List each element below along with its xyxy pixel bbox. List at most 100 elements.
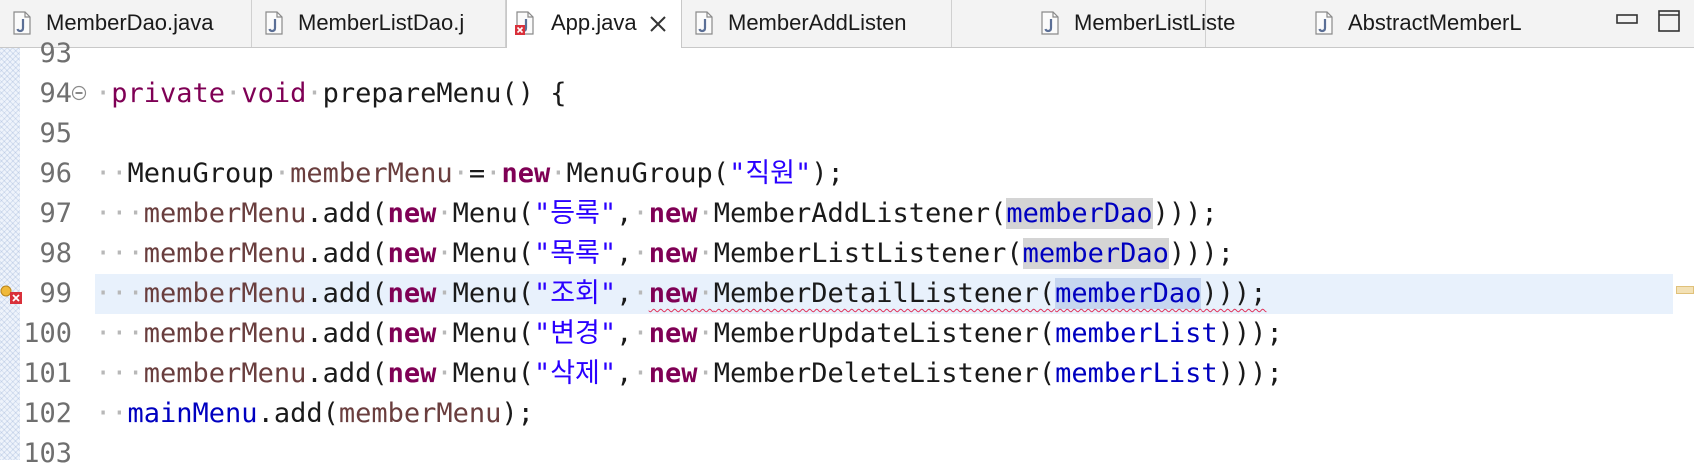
editor-tab-bar: MemberDao.java MemberListDao.j App.java …	[0, 0, 1694, 48]
editor-gutter	[0, 48, 20, 460]
code-punctuation: )));	[1168, 238, 1234, 269]
line-number: 97	[39, 198, 72, 229]
tab-label: MemberListDao.j	[298, 10, 465, 35]
code-punctuation: ,	[616, 278, 633, 309]
tab-label: App.java	[551, 10, 637, 35]
field-reference: mainMenu	[127, 398, 258, 429]
error-marker-icon[interactable]	[0, 282, 24, 306]
close-icon[interactable]	[647, 13, 669, 35]
java-file-icon	[13, 11, 31, 35]
line-number: 93	[39, 38, 72, 69]
code-punctuation: )));	[1217, 358, 1283, 389]
line-number: 96	[39, 158, 72, 189]
keyword: new	[387, 278, 437, 309]
tab-member-list-dao[interactable]: MemberListDao.j	[252, 0, 506, 47]
line-number: 99	[39, 278, 72, 309]
keyword: private	[111, 78, 226, 109]
line-number: 103	[23, 438, 72, 469]
method-call: .add(	[306, 198, 388, 229]
code-punctuation: ,	[616, 318, 633, 349]
operator: =	[468, 158, 486, 189]
constructor-call: Menu(	[452, 278, 534, 309]
keyword: void	[241, 78, 307, 109]
local-variable: memberMenu	[143, 238, 307, 269]
code-punctuation: ,	[616, 238, 633, 269]
tab-app-java[interactable]: App.java	[506, 0, 682, 48]
string-literal: "목록"	[533, 238, 617, 269]
keyword: new	[501, 158, 551, 189]
maximize-icon[interactable]	[1658, 10, 1680, 32]
constructor-call: Menu(	[452, 358, 534, 389]
local-variable: memberMenu	[143, 198, 307, 229]
method-signature: prepareMenu() {	[322, 78, 567, 109]
field-reference: memberList	[1055, 358, 1218, 389]
constructor-call: Menu(	[452, 238, 534, 269]
local-variable: memberMenu	[290, 158, 453, 189]
code-line-98[interactable]: ···memberMenu.add(new·Menu("목록",·new·Mem…	[95, 234, 1234, 274]
minimize-icon[interactable]	[1616, 10, 1638, 32]
string-literal: "등록"	[533, 198, 617, 229]
overview-ruler-warning-marker[interactable]	[1676, 286, 1694, 294]
method-call: .add(	[257, 398, 339, 429]
java-file-icon	[695, 11, 713, 35]
tab-member-list-listener[interactable]: MemberListListe	[952, 0, 1235, 47]
collapse-icon[interactable]	[71, 85, 87, 101]
line-number: 100	[23, 318, 72, 349]
code-line-94[interactable]: ·private·void·prepareMenu() {	[95, 74, 566, 114]
code-line-99[interactable]: ···memberMenu.add(new·Menu("조회",·new·Mem…	[95, 274, 1266, 314]
code-punctuation: )));	[1201, 278, 1267, 309]
constructor-call: Menu(	[452, 198, 534, 229]
code-line-101[interactable]: ···memberMenu.add(new·Menu("삭제",·new·Mem…	[95, 354, 1283, 394]
code-punctuation: )));	[1217, 318, 1283, 349]
constructor-call: MemberUpdateListener(	[713, 318, 1056, 349]
line-number: 94	[39, 78, 72, 109]
tab-member-add-listener[interactable]: MemberAddListen	[682, 0, 952, 47]
code-punctuation: ,	[616, 358, 633, 389]
field-reference: memberDao	[1006, 198, 1153, 229]
tab-abstract-member-listener[interactable]: AbstractMemberL	[1206, 0, 1522, 47]
field-reference-selected: memberDao	[1055, 278, 1202, 309]
method-call: .add(	[306, 238, 388, 269]
method-call: .add(	[306, 358, 388, 389]
string-literal: "삭제"	[533, 358, 617, 389]
keyword: new	[387, 318, 437, 349]
constructor-call: MemberListListener(	[713, 238, 1023, 269]
method-call: .add(	[306, 318, 388, 349]
local-variable: memberMenu	[338, 398, 502, 429]
type-name: MenuGroup	[127, 158, 274, 189]
constructor-call: MemberAddListener(	[713, 198, 1007, 229]
local-variable: memberMenu	[143, 318, 307, 349]
constructor-call-error: MemberDetailListener(	[713, 278, 1056, 309]
keyword: new	[387, 358, 437, 389]
code-line-96[interactable]: ··MenuGroup·memberMenu·=·new·MenuGroup("…	[95, 154, 844, 194]
field-reference: memberDao	[1022, 238, 1169, 269]
tab-label: AbstractMemberL	[1348, 10, 1522, 35]
string-literal: "변경"	[533, 318, 617, 349]
code-line-100[interactable]: ···memberMenu.add(new·Menu("변경",·new·Mem…	[95, 314, 1283, 354]
tab-label: MemberDao.java	[46, 10, 214, 35]
line-number: 95	[39, 118, 72, 149]
java-file-icon	[1315, 11, 1333, 35]
string-literal: "직원"	[729, 158, 812, 189]
string-literal: "조회"	[533, 278, 617, 309]
code-line-97[interactable]: ···memberMenu.add(new·Menu("등록",·new·Mem…	[95, 194, 1218, 234]
java-file-icon	[265, 11, 283, 35]
keyword: new	[648, 198, 698, 229]
keyword: new	[387, 238, 437, 269]
code-line-102[interactable]: ··mainMenu.add(memberMenu);	[95, 394, 534, 434]
local-variable: memberMenu	[143, 358, 307, 389]
keyword: new	[648, 278, 698, 309]
constructor-call: MenuGroup(	[566, 158, 730, 189]
java-file-error-icon	[515, 11, 534, 35]
keyword: new	[648, 318, 698, 349]
constructor-call: Menu(	[452, 318, 534, 349]
keyword: new	[648, 238, 698, 269]
keyword: new	[387, 198, 437, 229]
field-reference: memberList	[1055, 318, 1218, 349]
java-file-icon	[1041, 11, 1059, 35]
method-call: .add(	[306, 278, 388, 309]
code-punctuation: ,	[616, 198, 633, 229]
line-number: 102	[23, 398, 72, 429]
tab-label: MemberAddListen	[728, 10, 907, 35]
keyword: new	[648, 358, 698, 389]
